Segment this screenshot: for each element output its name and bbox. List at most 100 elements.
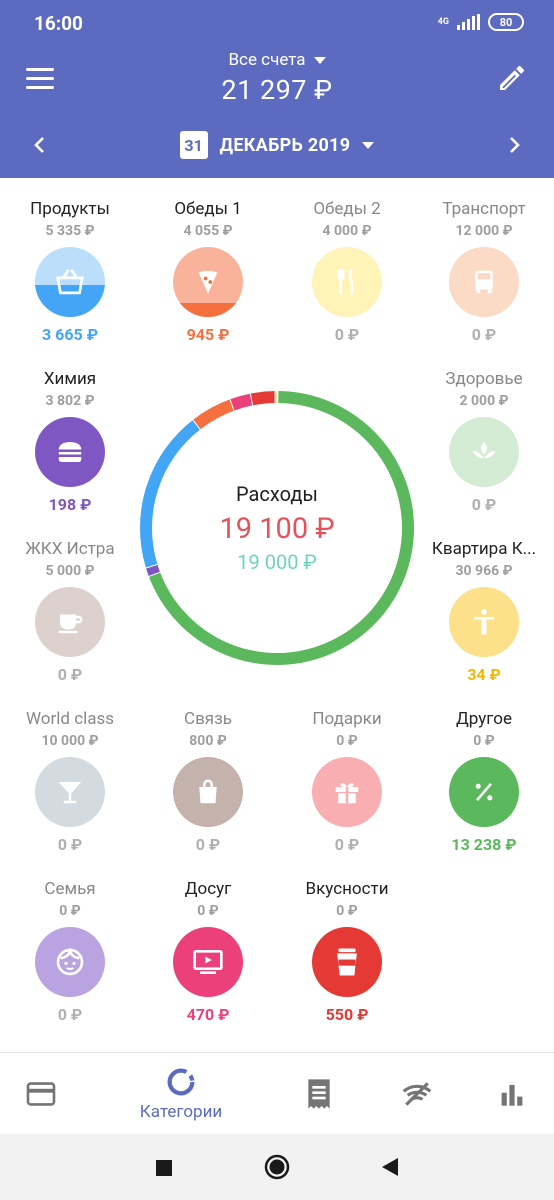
- category-circle[interactable]: [312, 757, 382, 827]
- category-transport[interactable]: Транспорт 12 000 ₽ 0 ₽: [419, 199, 549, 344]
- category-spent: 34 ₽: [467, 665, 501, 684]
- category-health[interactable]: Здоровье 2 000 ₽ 0 ₽: [419, 369, 549, 514]
- account-title: Все счета: [228, 50, 306, 70]
- month-selector: 31 ДЕКАБРЬ 2019: [0, 125, 554, 165]
- category-budget: 3 802 ₽: [45, 393, 95, 409]
- category-utilities[interactable]: ЖКХ Истра 5 000 ₽ 0 ₽: [5, 539, 135, 684]
- nav-categories[interactable]: Категории: [120, 1053, 242, 1135]
- category-spent: 0 ₽: [334, 325, 360, 344]
- category-name: Квартира К...: [431, 539, 537, 559]
- caret-down-icon: [313, 56, 326, 64]
- account-title-row[interactable]: Все счета: [228, 50, 326, 70]
- category-spent: 0 ₽: [471, 495, 497, 514]
- category-budget: 5 000 ₽: [45, 563, 95, 579]
- category-circle[interactable]: [35, 927, 105, 997]
- category-circle[interactable]: [449, 757, 519, 827]
- category-budget: 30 966 ₽: [455, 563, 513, 579]
- caret-down-icon: [362, 141, 375, 149]
- nav-reports[interactable]: [474, 1053, 550, 1135]
- recents-icon[interactable]: [154, 1154, 174, 1180]
- category-circle[interactable]: [35, 757, 105, 827]
- account-selector[interactable]: Все счета 21 297 ₽: [0, 50, 554, 106]
- person-icon: [474, 609, 494, 635]
- category-treats[interactable]: Вкусности 0 ₽ 550 ₽: [282, 879, 412, 1024]
- category-name: Обеды 1: [174, 199, 242, 219]
- basket-icon: [56, 268, 84, 295]
- category-circle[interactable]: [173, 927, 243, 997]
- category-other[interactable]: Другое 0 ₽ 13 238 ₽: [419, 709, 549, 854]
- percent-icon: [475, 782, 493, 802]
- category-budget: 4 055 ₽: [183, 223, 233, 239]
- nav-label: Категории: [139, 1102, 223, 1122]
- category-budget: 10 000 ₽: [41, 733, 99, 749]
- category-circle[interactable]: [449, 247, 519, 317]
- calendar-day: 31: [184, 135, 203, 155]
- home-icon[interactable]: [262, 1152, 292, 1182]
- pencil-icon[interactable]: [496, 62, 528, 94]
- category-name: Другое: [456, 709, 512, 729]
- category-spent: 0 ₽: [57, 665, 83, 684]
- card-icon: [26, 1082, 56, 1106]
- category-products[interactable]: Продукты 5 335 ₽ 3 665 ₽: [5, 199, 135, 344]
- category-name: World class: [25, 709, 115, 729]
- category-name: Досуг: [184, 879, 232, 899]
- month-picker[interactable]: 31 ДЕКАБРЬ 2019: [0, 131, 554, 159]
- child-face-icon: [56, 947, 84, 976]
- category-spent: 550 ₽: [325, 1005, 369, 1024]
- battery-icon: 80: [488, 13, 524, 31]
- category-circle[interactable]: [449, 417, 519, 487]
- nav-sync[interactable]: [378, 1053, 456, 1135]
- battery-level: 80: [499, 15, 513, 29]
- cocktail-icon: [58, 782, 82, 804]
- bar-chart-icon: [501, 1084, 523, 1106]
- category-apartment[interactable]: Квартира К... 30 966 ₽ 34 ₽: [419, 539, 549, 684]
- category-circle[interactable]: [312, 927, 382, 997]
- summary-title: Расходы: [236, 482, 318, 506]
- chevron-right-icon[interactable]: [502, 133, 526, 157]
- category-circle[interactable]: [173, 757, 243, 827]
- category-name: Химия: [43, 369, 97, 389]
- category-circle[interactable]: [173, 247, 243, 317]
- category-circle[interactable]: [312, 247, 382, 317]
- category-gifts[interactable]: Подарки 0 ₽ 0 ₽: [282, 709, 412, 854]
- bus-icon: [475, 270, 493, 294]
- category-budget: 0 ₽: [59, 903, 81, 919]
- category-leisure[interactable]: Досуг 0 ₽ 470 ₽: [143, 879, 273, 1024]
- category-name: ЖКХ Истра: [25, 539, 115, 559]
- category-circle[interactable]: [35, 417, 105, 487]
- category-lunch-2[interactable]: Обеды 2 4 000 ₽ 0 ₽: [282, 199, 412, 344]
- cup-icon: [58, 614, 83, 634]
- category-name: Транспорт: [442, 199, 526, 219]
- nav-transactions[interactable]: [282, 1053, 356, 1135]
- category-world-class[interactable]: World class 10 000 ₽ 0 ₽: [5, 709, 135, 854]
- status-icons: 4G 80: [438, 13, 524, 31]
- fork-knife-icon: [337, 268, 354, 295]
- category-name: Здоровье: [445, 369, 523, 389]
- bottom-navigation: Категории: [0, 1052, 554, 1134]
- status-bar: 16:00 4G 80: [0, 0, 554, 44]
- category-circle[interactable]: [35, 587, 105, 657]
- summary-expenses: 19 100 ₽: [219, 512, 335, 546]
- calendar-icon: 31: [179, 131, 208, 159]
- tv-icon: [193, 950, 223, 974]
- nav-accounts[interactable]: [0, 1053, 82, 1135]
- category-name: Связь: [184, 709, 232, 729]
- summary-income: 19 000 ₽: [237, 550, 317, 574]
- month-label: ДЕКАБРЬ 2019: [219, 134, 351, 156]
- category-communications[interactable]: Связь 800 ₽ 0 ₽: [143, 709, 273, 854]
- bag-icon: [199, 779, 217, 804]
- category-lunch-1[interactable]: Обеды 1 4 055 ₽ 945 ₽: [143, 199, 273, 344]
- category-circle[interactable]: [35, 247, 105, 317]
- category-budget: 2 000 ₽: [459, 393, 509, 409]
- status-time: 16:00: [34, 12, 83, 35]
- wifi-off-icon: [402, 1082, 432, 1106]
- back-icon[interactable]: [378, 1154, 402, 1180]
- category-chemistry[interactable]: Химия 3 802 ₽ 198 ₽: [5, 369, 135, 514]
- category-name: Продукты: [30, 199, 110, 219]
- category-budget: 0 ₽: [197, 903, 219, 919]
- category-spent: 198 ₽: [48, 495, 92, 514]
- category-circle[interactable]: [449, 587, 519, 657]
- app-header: 16:00 4G 80 Все счета 21 297 ₽ 31 ДЕКАБР…: [0, 0, 554, 178]
- category-family[interactable]: Семья 0 ₽ 0 ₽: [5, 879, 135, 1024]
- category-spent: 0 ₽: [57, 1005, 83, 1024]
